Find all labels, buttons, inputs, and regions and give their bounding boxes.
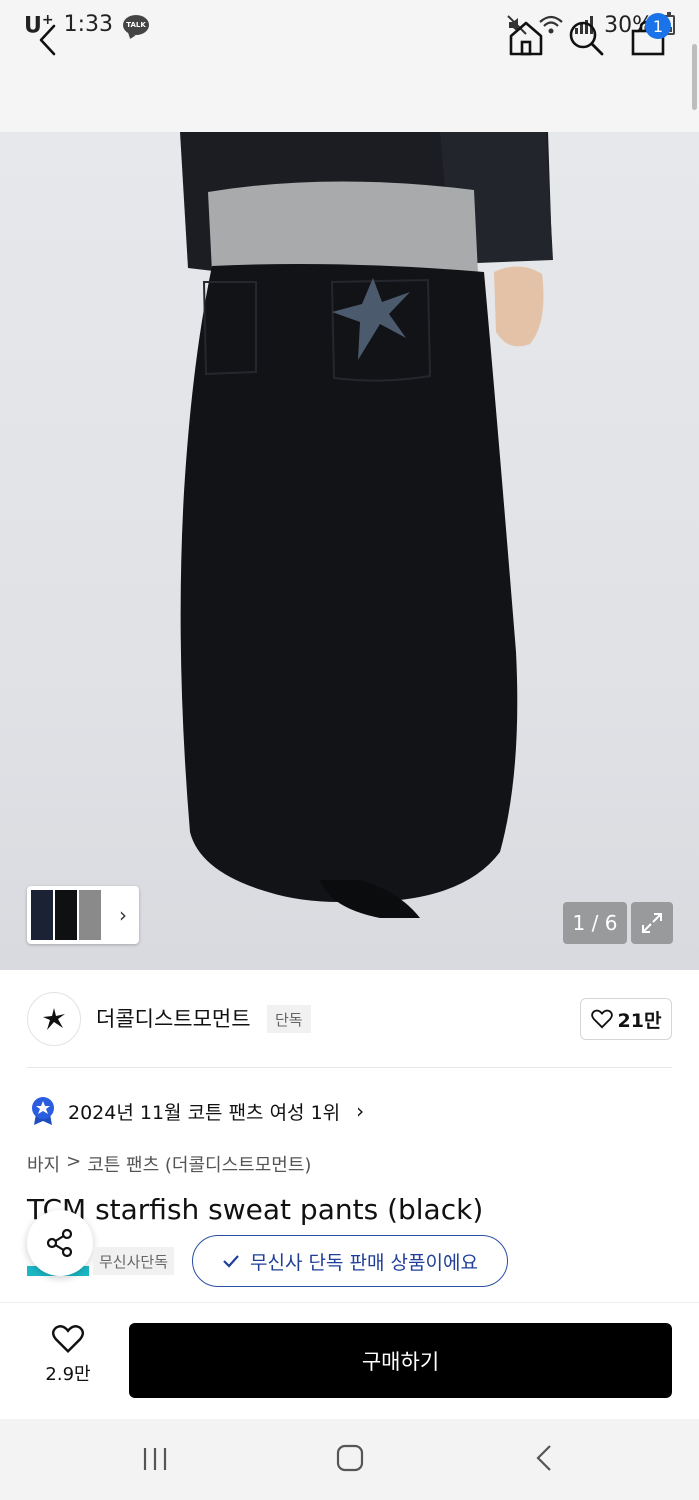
- heart-icon: [590, 1009, 613, 1029]
- search-icon[interactable]: [566, 18, 606, 58]
- back-chevron-icon[interactable]: [30, 20, 70, 60]
- star-logo-icon: [43, 1008, 65, 1030]
- status-time: 1:33: [63, 12, 114, 38]
- product-photo: [180, 132, 553, 918]
- home-icon[interactable]: [506, 18, 546, 58]
- scroll-indicator[interactable]: [692, 44, 697, 110]
- verify-text: 무신사 단독 판매 상품이에요: [250, 1251, 478, 1274]
- ranking-medal-icon: [32, 1097, 54, 1125]
- favorite-count: 2.9만: [45, 1364, 91, 1385]
- back-nav-icon[interactable]: [530, 1442, 560, 1474]
- check-icon: [223, 1255, 239, 1268]
- product-title: TCM starfish sweat pants (black): [27, 1193, 484, 1226]
- breadcrumb: 바지 > 코튼 팬츠 (더콜디스트모먼트): [27, 1151, 311, 1177]
- exclusive-verify-pill[interactable]: 무신사 단독 판매 상품이에요: [192, 1235, 508, 1287]
- kakao-talk-icon: TALK: [123, 14, 150, 35]
- recent-apps-icon[interactable]: [140, 1444, 170, 1474]
- thumbnail-1[interactable]: [31, 890, 53, 940]
- expand-button[interactable]: [631, 902, 673, 944]
- thumbnail-3[interactable]: [79, 890, 101, 940]
- chevron-right-icon: ›: [356, 1099, 365, 1123]
- breadcrumb-separator: >: [66, 1151, 82, 1172]
- brand-like-button[interactable]: 21만: [580, 998, 672, 1040]
- image-page-counter: 1 / 6: [563, 902, 627, 944]
- heart-icon: [51, 1325, 85, 1354]
- brand-logo[interactable]: [27, 992, 81, 1046]
- breadcrumb-subcategory[interactable]: 코튼 팬츠 (더콜디스트모먼트): [87, 1151, 311, 1177]
- share-button[interactable]: [27, 1210, 93, 1276]
- store-exclusive-tag: 무신사단독: [93, 1247, 175, 1275]
- exclusive-badge: 단독: [267, 1005, 311, 1033]
- breadcrumb-category[interactable]: 바지: [27, 1151, 60, 1177]
- app-header: [0, 50, 699, 132]
- home-nav-icon[interactable]: [334, 1442, 366, 1474]
- chevron-right-icon: ›: [119, 903, 127, 927]
- brand-like-count: 21만: [617, 1009, 662, 1032]
- thumbnail-2[interactable]: [55, 890, 77, 940]
- expand-icon: [642, 913, 662, 933]
- divider: [27, 1067, 672, 1068]
- gallery-thumbnail-strip[interactable]: ›: [27, 886, 139, 944]
- share-icon: [46, 1228, 73, 1258]
- product-image[interactable]: [0, 132, 699, 970]
- buy-button[interactable]: 구매하기: [129, 1323, 672, 1398]
- ranking-text: 2024년 11월 코튼 팬츠 여성 1위: [68, 1101, 341, 1124]
- brand-name[interactable]: 더콜디스트모먼트: [96, 1003, 251, 1033]
- favorite-button[interactable]: 2.9만: [30, 1324, 106, 1394]
- cart-count-badge: 1: [645, 13, 671, 39]
- ranking-link[interactable]: 2024년 11월 코튼 팬츠 여성 1위 ›: [30, 1096, 364, 1126]
